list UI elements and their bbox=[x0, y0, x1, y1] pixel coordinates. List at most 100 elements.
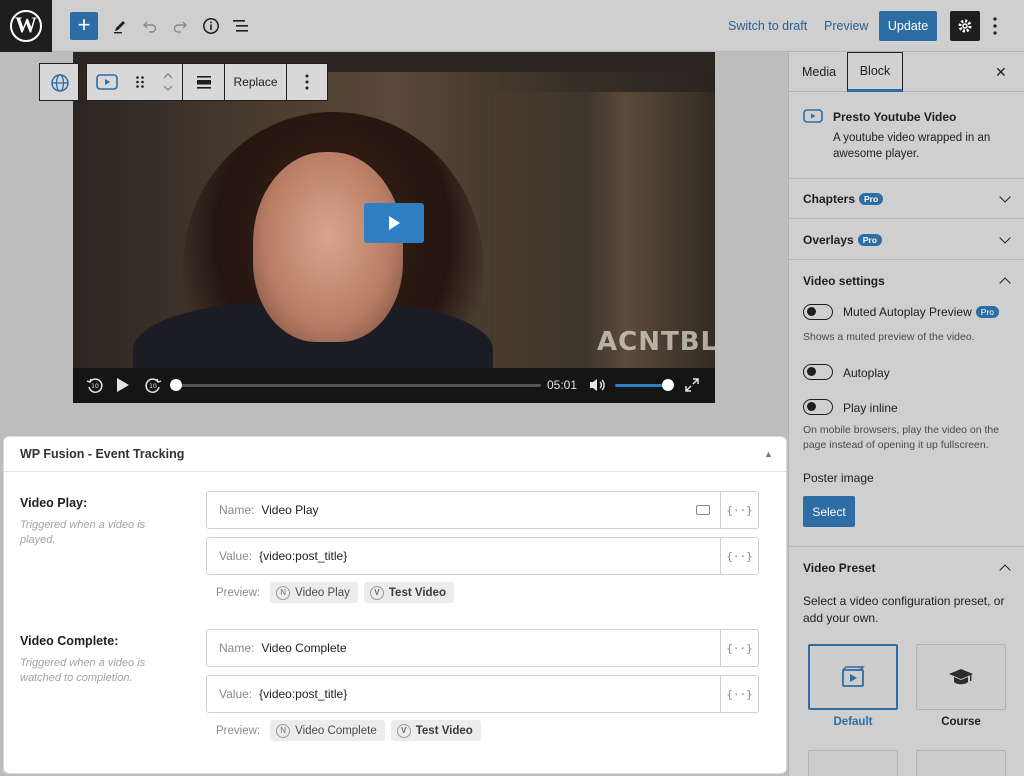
volume-handle[interactable] bbox=[662, 379, 674, 391]
add-block-button[interactable]: + bbox=[70, 12, 98, 40]
video-player[interactable]: ACNTBL 10 10 05:01 bbox=[73, 52, 715, 403]
undo-icon[interactable] bbox=[136, 12, 164, 40]
panel-heading[interactable]: Video settings bbox=[803, 274, 885, 288]
chip-text: Video Complete bbox=[295, 724, 377, 737]
merge-tags-button[interactable]: {··} bbox=[720, 676, 758, 712]
badge: V bbox=[369, 585, 384, 600]
muted-autoplay-toggle[interactable] bbox=[803, 304, 833, 320]
field-value[interactable]: Video Play bbox=[261, 503, 318, 517]
toggle-label: Muted Autoplay Preview Pro bbox=[843, 305, 999, 319]
panel-heading-text: Chapters bbox=[803, 192, 856, 206]
toggle-label: Play inline bbox=[843, 401, 898, 415]
merge-tags-button[interactable]: {··} bbox=[720, 630, 758, 666]
block-options-button[interactable] bbox=[287, 64, 327, 100]
chevron-down-icon[interactable] bbox=[999, 191, 1011, 203]
update-button[interactable]: Update bbox=[879, 11, 937, 41]
merge-tags-button[interactable]: {··} bbox=[720, 492, 758, 528]
video-watermark: ACNTBL bbox=[597, 327, 715, 357]
event-name-field[interactable]: Name: Video Complete {··} bbox=[206, 629, 759, 667]
globe-icon bbox=[51, 74, 69, 92]
event-value-field[interactable]: Value: {video:post_title} {··} bbox=[206, 675, 759, 713]
graduation-cap-icon bbox=[949, 669, 973, 685]
autoplay-toggle[interactable] bbox=[803, 364, 833, 380]
chip-text: Video Play bbox=[295, 586, 350, 599]
panel-chapters[interactable]: Chapters Pro bbox=[789, 179, 1024, 219]
event-value-field[interactable]: Value: {video:post_title} {··} bbox=[206, 537, 759, 575]
play-small-icon[interactable] bbox=[116, 377, 130, 393]
move-up-down-icon[interactable] bbox=[162, 70, 174, 94]
divider bbox=[4, 471, 786, 472]
kebab-icon bbox=[305, 74, 309, 90]
volume-icon[interactable] bbox=[589, 377, 607, 393]
select-poster-button[interactable]: Select bbox=[803, 496, 855, 527]
contact-card-icon[interactable] bbox=[696, 505, 710, 515]
drag-handle-icon[interactable] bbox=[135, 75, 145, 89]
field-value[interactable]: {video:post_title} bbox=[259, 549, 347, 563]
chip-text: Test Video bbox=[388, 586, 446, 599]
chevron-up-icon[interactable] bbox=[999, 277, 1011, 289]
tab-media[interactable]: Media bbox=[802, 52, 836, 92]
play-inline-toggle[interactable] bbox=[803, 399, 833, 415]
preview-link[interactable]: Preview bbox=[824, 19, 868, 33]
close-icon[interactable]: ✕ bbox=[995, 52, 1007, 92]
merge-tags-button[interactable]: {··} bbox=[720, 538, 758, 574]
play-icon bbox=[389, 216, 400, 230]
event-name-field[interactable]: Name: Video Play {··} bbox=[206, 491, 759, 529]
event-description: Triggered when a video is played. bbox=[20, 519, 146, 546]
badge: V bbox=[396, 723, 411, 738]
help-text: On mobile browsers, play the video on th… bbox=[803, 424, 1000, 451]
progress-handle[interactable] bbox=[170, 379, 182, 391]
pro-badge: Pro bbox=[857, 234, 882, 246]
field-value[interactable]: {video:post_title} bbox=[259, 687, 347, 701]
panel-heading[interactable]: Video Preset bbox=[803, 561, 875, 575]
align-icon bbox=[196, 76, 211, 89]
chevron-down-icon[interactable] bbox=[999, 232, 1011, 244]
kebab-icon bbox=[993, 17, 997, 35]
forward-10-icon[interactable]: 10 bbox=[144, 376, 162, 394]
preset-default[interactable] bbox=[808, 644, 898, 710]
badge: N bbox=[276, 723, 291, 738]
preset-card[interactable] bbox=[916, 750, 1006, 776]
panel-heading: Overlays Pro bbox=[803, 233, 882, 247]
preview-chip-value: V Test Video bbox=[363, 582, 454, 603]
replace-button[interactable]: Replace bbox=[225, 64, 287, 100]
kebab-menu-button[interactable] bbox=[988, 15, 1002, 37]
block-description: A youtube video wrapped in an awesome pl… bbox=[833, 132, 991, 160]
chevron-up-icon[interactable] bbox=[999, 564, 1011, 576]
collapse-arrow-icon[interactable]: ▲ bbox=[764, 449, 773, 459]
video-clip-icon bbox=[842, 666, 865, 687]
rewind-10-icon[interactable]: 10 bbox=[86, 376, 104, 394]
tab-block[interactable]: Block bbox=[847, 52, 903, 92]
pencil-icon[interactable] bbox=[106, 12, 134, 40]
redo-icon[interactable] bbox=[166, 12, 194, 40]
fullscreen-icon[interactable] bbox=[684, 377, 700, 393]
preset-label: Course bbox=[941, 716, 981, 728]
preview-chip-name: N Video Play bbox=[270, 582, 358, 603]
preview-label: Preview: bbox=[216, 586, 261, 599]
preset-course[interactable] bbox=[916, 644, 1006, 710]
info-icon[interactable] bbox=[197, 12, 225, 40]
field-label: Name: bbox=[219, 503, 255, 517]
progress-bar[interactable] bbox=[175, 384, 541, 387]
panel-overlays[interactable]: Overlays Pro bbox=[789, 219, 1024, 260]
pro-badge: Pro bbox=[975, 306, 999, 318]
field-value[interactable]: Video Complete bbox=[261, 641, 346, 655]
event-label: Video Play: bbox=[20, 496, 88, 510]
field-label: Value: bbox=[219, 549, 253, 563]
play-button[interactable] bbox=[364, 203, 424, 243]
panel-heading-text: Overlays bbox=[803, 233, 854, 247]
block-card: Presto Youtube Video A youtube video wra… bbox=[789, 92, 1024, 179]
pro-badge: Pro bbox=[859, 193, 884, 205]
wordpress-logo[interactable]: W bbox=[0, 0, 52, 52]
align-button[interactable] bbox=[183, 64, 225, 100]
preset-card[interactable] bbox=[808, 750, 898, 776]
video-block-icon[interactable] bbox=[95, 74, 118, 90]
preview-chip-name: N Video Complete bbox=[270, 720, 385, 741]
block-transform-button[interactable] bbox=[39, 63, 79, 101]
settings-button[interactable] bbox=[950, 11, 980, 41]
switch-to-draft-link[interactable]: Switch to draft bbox=[728, 19, 807, 33]
list-view-icon[interactable] bbox=[227, 12, 255, 40]
block-name: Presto Youtube Video bbox=[833, 110, 957, 124]
logo-letter: W bbox=[15, 12, 37, 37]
preset-label: Default bbox=[833, 716, 873, 728]
